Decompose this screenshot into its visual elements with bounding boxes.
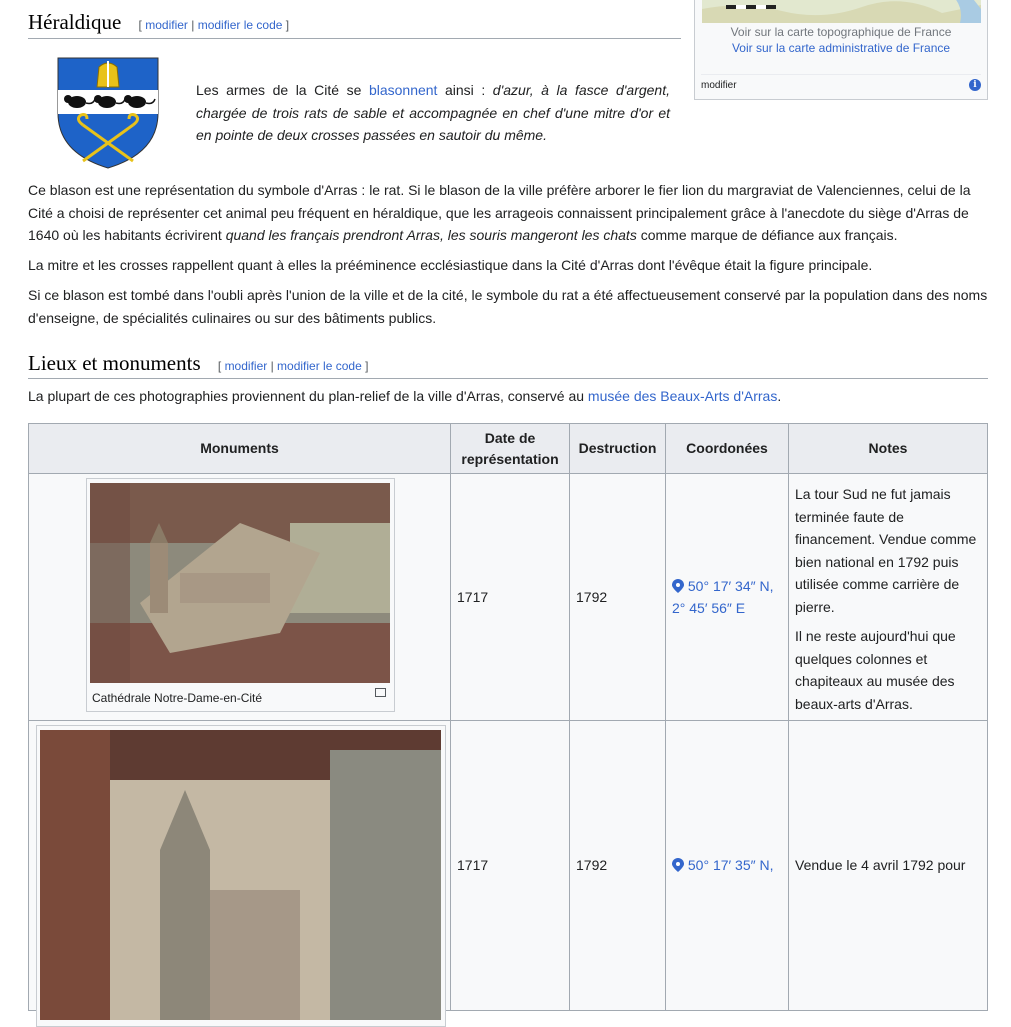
enlarge-icon[interactable] [375,688,386,697]
map-pin-icon[interactable] [672,577,684,593]
monument-cell [28,720,451,1027]
coordinates-link[interactable]: 50° 17′ 35″ N, [688,857,774,873]
edit-source-link[interactable]: modifier le code [198,18,283,32]
lieux-intro: La plupart de ces photographies provienn… [28,385,988,408]
monuments-table: Monuments Date de représentation Destruc… [28,423,988,1027]
heading-rule-lieux [28,378,988,379]
edit-section-link[interactable]: modifier [145,18,188,32]
map-link-topographic[interactable]: Voir sur la carte topographique de Franc… [695,24,987,40]
blason-text-pre: Les armes de la Cité se [196,82,369,98]
lieux-intro-pre: La plupart de ces photographies provienn… [28,388,588,404]
map-link-administrative[interactable]: Voir sur la carte administrative de Fran… [695,40,987,56]
column-header-date[interactable]: Date de représentation [450,423,570,474]
edit-source-link-lieux[interactable]: modifier le code [277,359,362,373]
musee-link[interactable]: musée des Beaux-Arts d'Arras [588,388,777,404]
cell-notes: La tour Sud ne fut jamais terminée faute… [788,473,988,721]
map-box-edit-link[interactable]: modifier [701,80,737,91]
thumbnail-frame [36,725,446,1027]
paragraph-rat-text-b: comme marque de défiance aux français. [636,227,898,243]
info-icon[interactable]: i [969,79,981,91]
column-header-notes[interactable]: Notes [788,423,988,474]
column-header-destruction[interactable]: Destruction [569,423,666,474]
edit-section-link-lieux[interactable]: modifier [225,359,268,373]
heading-heraldique-text: Héraldique [28,10,122,34]
section-edit-links-lieux: [ modifier | modifier le code ] [217,359,369,373]
paragraph-oubli: Si ce blason est tombé dans l'oubli aprè… [28,287,988,326]
coordinates-link[interactable]: 50° 17′ 34″ N, [688,578,774,594]
thumbnail-caption: Cathédrale Notre-Dame-en-Cité [92,691,263,705]
map-box-divider [701,74,981,75]
paragraph-rat-symbol: Ce blason est une représentation du symb… [28,179,988,247]
heading-rule [28,38,681,39]
cell-destruction: 1792 [569,473,666,721]
table-header-row: Monuments Date de représentation Destruc… [28,423,988,474]
blason-text-post: ainsi : [437,82,493,98]
section-heading-lieux: Lieux et monuments [ modifier | modifier… [28,351,368,376]
notes-paragraph-1: La tour Sud ne fut jamais terminée faute… [795,486,977,615]
location-map-box: Voir sur la carte topographique de Franc… [694,0,988,100]
paragraph-rat-quote: quand les français prendront Arras, les … [225,227,637,243]
cell-destruction: 1792 [569,720,666,1011]
cell-date: 1717 [450,473,570,721]
cathedral-photo[interactable] [90,483,390,683]
cell-coordinates: 50° 17′ 34″ N, 2° 45′ 56″ E [665,473,789,721]
notes-paragraph-2: Il ne reste aujourd'hui que quelques col… [795,628,956,712]
lieux-intro-post: . [777,388,782,404]
cell-date: 1717 [450,720,570,1011]
section-heading-heraldique: Héraldique [ modifier | modifier le code… [28,10,289,35]
map-pin-icon[interactable] [672,856,684,873]
thumbnail-frame: Cathédrale Notre-Dame-en-Cité [86,478,395,712]
cell-coordinates: 50° 17′ 35″ N, [665,720,789,1011]
france-map-image[interactable] [702,0,981,23]
column-header-coordonnees[interactable]: Coordonées [665,423,789,474]
table-row: Cathédrale Notre-Dame-en-Cité 1717 1792 … [28,473,988,721]
blasonnent-link[interactable]: blasonnent [369,82,438,98]
column-header-monuments[interactable]: Monuments [28,423,451,474]
coat-of-arms-image[interactable] [57,57,159,174]
table-row: 1717 1792 50° 17′ 35″ N, Vendue le 4 avr… [28,720,988,1027]
heading-lieux-text: Lieux et monuments [28,351,201,375]
monument-photo[interactable] [40,730,441,1020]
blason-description: Les armes de la Cité se blasonnent ainsi… [196,79,670,147]
monument-cell: Cathédrale Notre-Dame-en-Cité [28,473,451,721]
section-edit-links: [ modifier | modifier le code ] [138,18,290,32]
paragraph-mitre: La mitre et les crosses rappellent quant… [28,257,873,273]
coordinates-link-line2[interactable]: 2° 45′ 56″ E [672,600,745,616]
cell-notes: Vendue le 4 avril 1792 pour [788,720,988,1011]
